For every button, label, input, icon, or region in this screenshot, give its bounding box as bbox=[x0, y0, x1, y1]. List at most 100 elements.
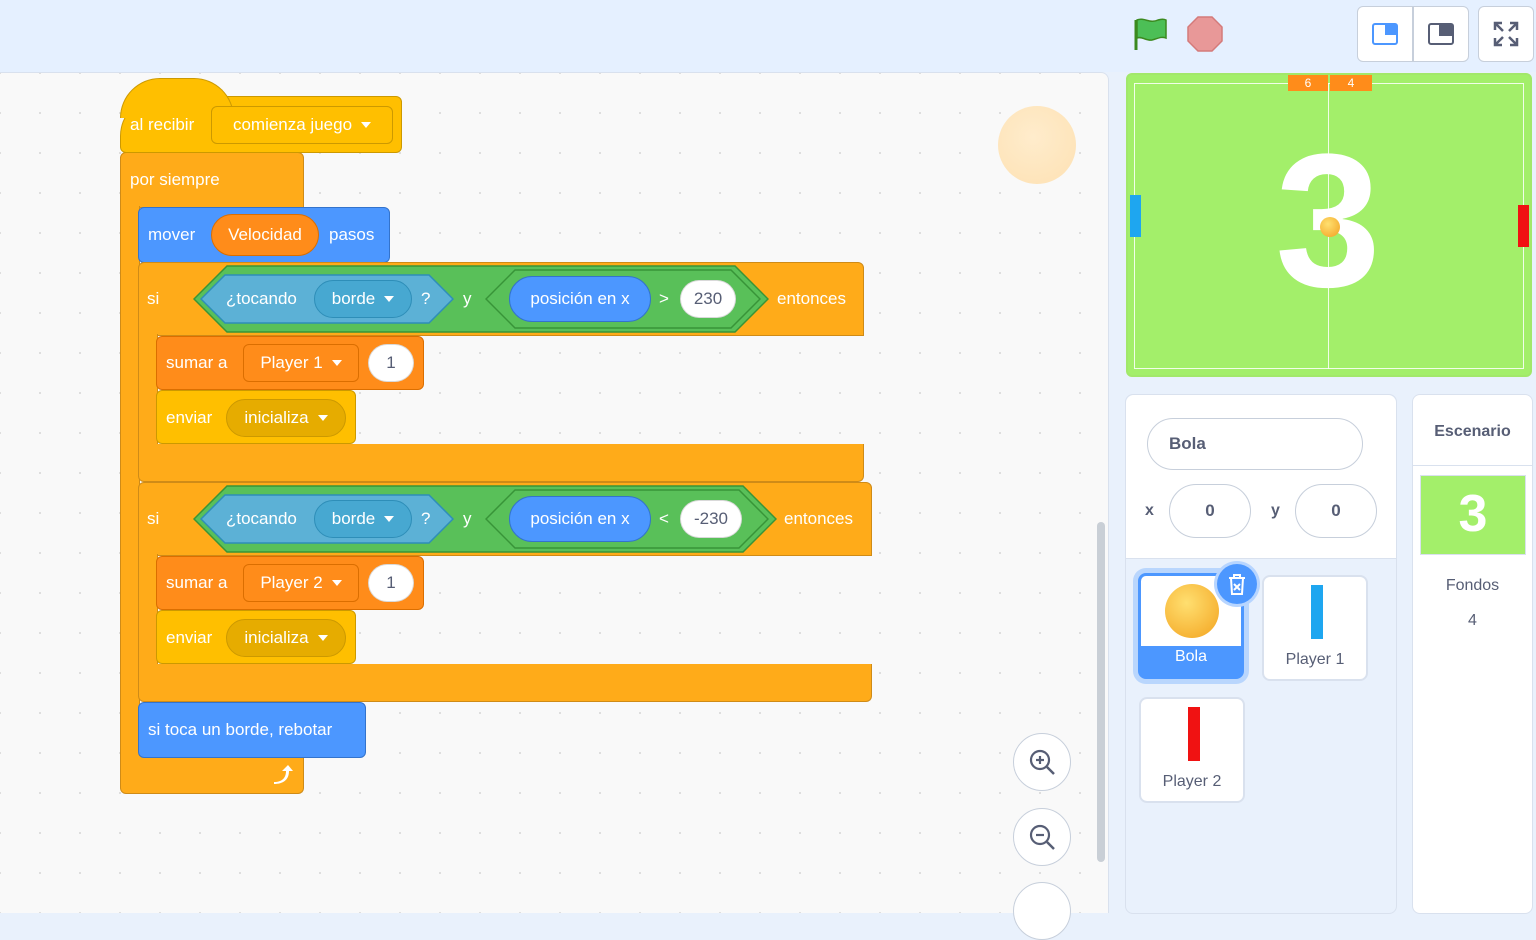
green-flag-button[interactable] bbox=[1128, 14, 1172, 54]
if-2-bottom bbox=[138, 664, 872, 702]
touching-2-label: ¿tocando bbox=[226, 509, 297, 528]
change-1-var: Player 1 bbox=[260, 353, 323, 372]
operator-1-symbol: > bbox=[659, 289, 669, 308]
message-dropdown-label: comienza juego bbox=[232, 115, 353, 134]
loop-arrow-icon bbox=[270, 764, 294, 786]
change-2-label: sumar a bbox=[166, 573, 228, 592]
touching-1-q: ? bbox=[421, 289, 431, 308]
move-label: mover bbox=[148, 225, 196, 244]
change-1-value-input[interactable]: 1 bbox=[368, 344, 414, 382]
touching-1-label: ¿tocando bbox=[226, 289, 297, 308]
broadcast-1-label: enviar bbox=[166, 408, 213, 427]
compare-value-1-input[interactable]: 230 bbox=[680, 280, 736, 318]
sprite-tile-label: Bola bbox=[1174, 648, 1208, 665]
touching-1-dropdown[interactable]: borde bbox=[314, 280, 412, 318]
zoom-out-button[interactable] bbox=[1013, 808, 1071, 866]
sprite-tile-player-1[interactable]: Player 1 bbox=[1262, 575, 1368, 681]
touching-2-target: borde bbox=[331, 509, 376, 528]
chevron-down-icon bbox=[361, 122, 372, 128]
change-1-var-dropdown[interactable]: Player 1 bbox=[243, 344, 359, 382]
message-dropdown[interactable]: comienza juego bbox=[211, 106, 393, 144]
backdrop-number: 3 bbox=[1458, 485, 1488, 543]
touching-1-target: borde bbox=[331, 289, 376, 308]
player-2-paddle bbox=[1518, 205, 1529, 247]
ball-thumbnail bbox=[1165, 584, 1219, 638]
velocidad-label: Velocidad bbox=[228, 225, 302, 244]
if-1-bottom bbox=[138, 444, 864, 482]
delete-sprite-button[interactable] bbox=[1214, 561, 1260, 607]
stage-target-pane[interactable]: Escenario 3 Fondos 4 bbox=[1412, 394, 1533, 914]
y-field[interactable]: 0 bbox=[1295, 484, 1377, 538]
chevron-down-icon bbox=[317, 415, 328, 421]
player-1-paddle bbox=[1130, 195, 1141, 237]
velocidad-variable[interactable]: Velocidad bbox=[211, 214, 319, 256]
forever-arm bbox=[120, 206, 140, 760]
ball-sprite bbox=[1320, 217, 1340, 237]
paddle-red-thumbnail bbox=[1188, 707, 1200, 761]
hat-label: al recibir bbox=[130, 115, 195, 134]
compare-value-2-input[interactable]: -230 bbox=[680, 500, 742, 538]
fullscreen-icon bbox=[1493, 21, 1519, 47]
backdrops-label: Fondos bbox=[1445, 577, 1500, 594]
x-position-2-label: posición en x bbox=[530, 509, 630, 528]
touching-2-dropdown[interactable]: borde bbox=[314, 500, 412, 538]
broadcast-2-dropdown[interactable]: inicializa bbox=[226, 619, 346, 657]
stop-icon bbox=[1187, 16, 1223, 52]
trash-icon bbox=[1229, 574, 1245, 595]
zoom-reset-button[interactable] bbox=[1013, 882, 1071, 940]
x-position-1-label: posición en x bbox=[530, 289, 630, 308]
stage-title: Escenario bbox=[1434, 423, 1511, 440]
chevron-down-icon bbox=[384, 296, 395, 302]
small-stage-icon bbox=[1372, 23, 1398, 45]
stage[interactable]: 6 4 3 bbox=[1126, 73, 1532, 377]
bounce-label: si toca un borde, rebotar bbox=[148, 720, 333, 739]
broadcast-2-msg: inicializa bbox=[244, 628, 309, 647]
top-bar bbox=[0, 0, 1536, 72]
x-field[interactable]: 0 bbox=[1169, 484, 1251, 538]
zoom-in-icon bbox=[1029, 749, 1055, 775]
score-left: 6 bbox=[1288, 75, 1328, 91]
backdrop-thumbnail[interactable]: 3 bbox=[1420, 475, 1526, 555]
sprite-tile-player-2[interactable]: Player 2 bbox=[1139, 697, 1245, 803]
operator-2-symbol: < bbox=[659, 509, 669, 528]
if-2-arm bbox=[138, 554, 158, 668]
chevron-down-icon bbox=[331, 360, 342, 366]
if-2-label: si bbox=[147, 509, 160, 528]
broadcast-2-label: enviar bbox=[166, 628, 213, 647]
score-right: 4 bbox=[1330, 75, 1372, 91]
small-stage-button[interactable] bbox=[1357, 6, 1413, 62]
chevron-down-icon bbox=[317, 635, 328, 641]
x-position-reporter-1[interactable]: posición en x bbox=[509, 276, 651, 322]
touching-2-q: ? bbox=[421, 509, 431, 528]
x-position-reporter-2[interactable]: posición en x bbox=[509, 496, 651, 542]
normal-stage-icon bbox=[1428, 23, 1454, 45]
fullscreen-button[interactable] bbox=[1478, 6, 1534, 62]
if-1-label: si bbox=[147, 289, 160, 308]
if-1-arm bbox=[138, 334, 158, 448]
change-1-label: sumar a bbox=[166, 353, 228, 372]
then-1-label: entonces bbox=[777, 289, 846, 308]
x-label: x bbox=[1145, 502, 1154, 519]
chevron-down-icon bbox=[384, 516, 395, 522]
forever-label: por siempre bbox=[130, 170, 220, 189]
move-suffix: pasos bbox=[329, 225, 375, 244]
and-2-label: y bbox=[463, 509, 472, 528]
green-flag-icon bbox=[1134, 18, 1167, 50]
change-2-var-dropdown[interactable]: Player 2 bbox=[243, 564, 359, 602]
y-label: y bbox=[1271, 502, 1280, 519]
paddle-blue-thumbnail bbox=[1311, 585, 1323, 639]
chevron-down-icon bbox=[331, 580, 342, 586]
and-1-label: y bbox=[463, 289, 472, 308]
zoom-in-button[interactable] bbox=[1013, 733, 1071, 791]
change-2-var: Player 2 bbox=[260, 573, 323, 592]
sprite-name-field[interactable]: Bola bbox=[1147, 418, 1363, 470]
sprite-tile-label: Player 1 bbox=[1285, 651, 1345, 668]
zoom-out-icon bbox=[1029, 824, 1055, 850]
stage-divider bbox=[1413, 465, 1532, 466]
stop-button[interactable] bbox=[1186, 15, 1224, 53]
normal-stage-button[interactable] bbox=[1413, 6, 1469, 62]
broadcast-1-dropdown[interactable]: inicializa bbox=[226, 399, 346, 437]
broadcast-1-msg: inicializa bbox=[244, 408, 309, 427]
code-scrollbar[interactable] bbox=[1097, 522, 1105, 862]
change-2-value-input[interactable]: 1 bbox=[368, 564, 414, 602]
